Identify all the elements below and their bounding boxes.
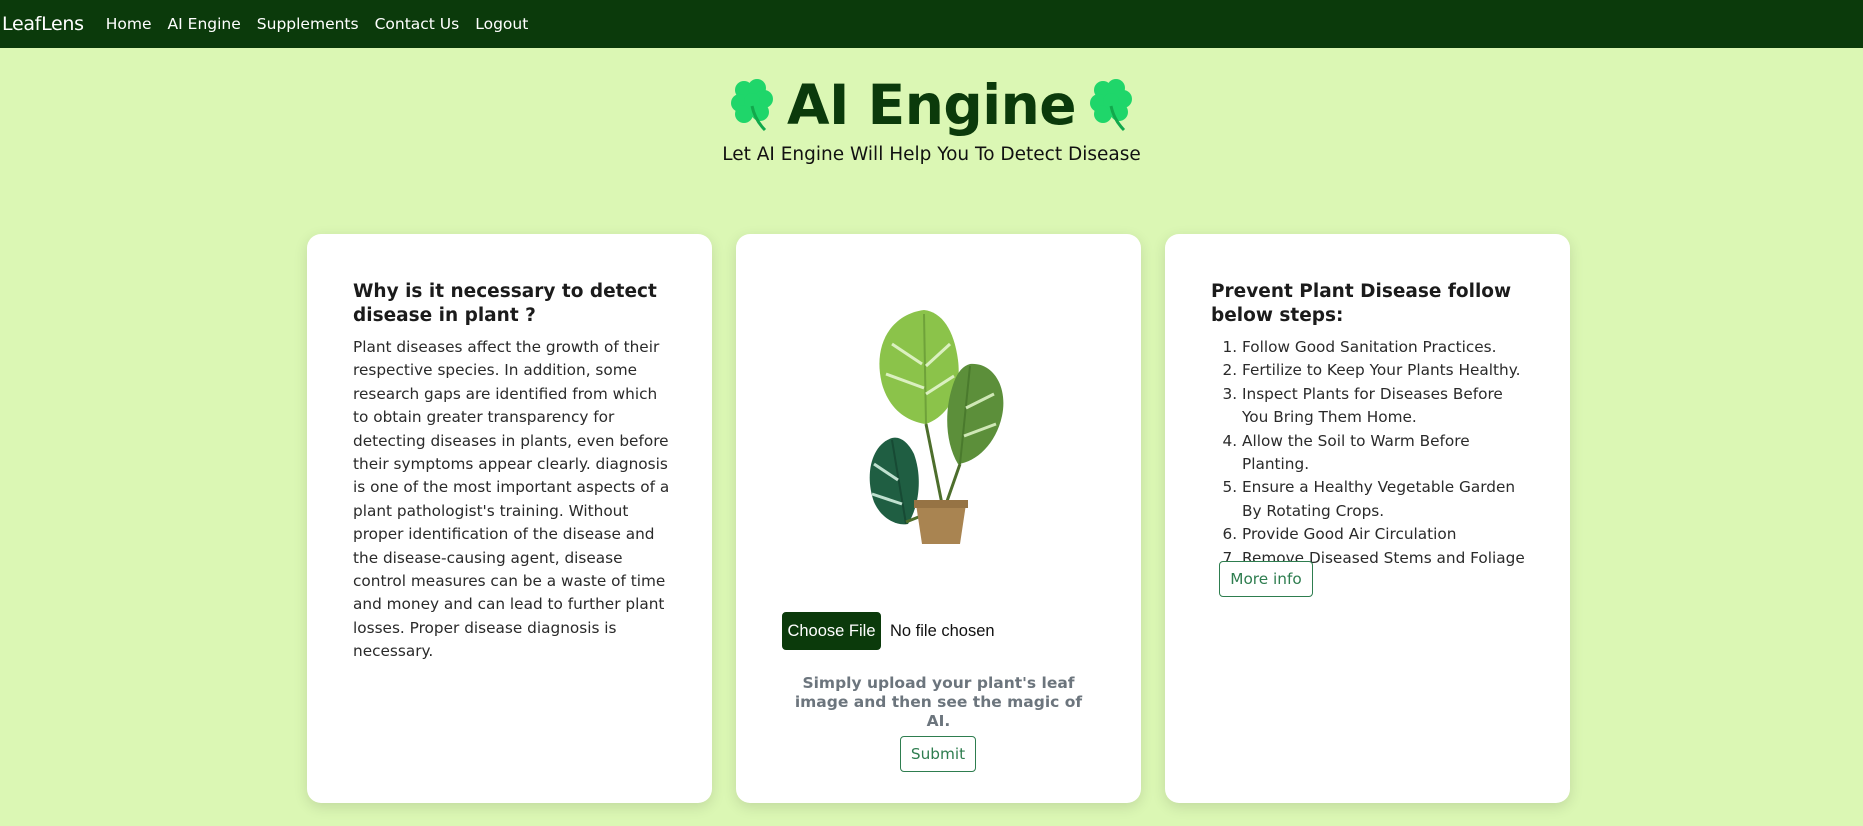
four-leaf-clover-icon [1090, 79, 1133, 132]
nav-link-contact-us[interactable]: Contact Us [375, 15, 460, 33]
upload-card: Choose File No file chosen Simply upload… [736, 234, 1141, 803]
submit-button[interactable]: Submit [900, 736, 976, 772]
plant-illustration [869, 310, 1004, 544]
top-navbar: LeafLens Home AI Engine Supplements Cont… [0, 0, 1863, 48]
list-item: Ensure a Healthy Vegetable Garden By Rot… [1242, 476, 1531, 523]
list-item: Fertilize to Keep Your Plants Healthy. [1242, 359, 1531, 382]
choose-file-button[interactable]: Choose File [782, 612, 881, 650]
list-item: Inspect Plants for Diseases Before You B… [1242, 383, 1531, 430]
file-status-text: No file chosen [890, 621, 995, 640]
nav-link-home[interactable]: Home [106, 15, 152, 33]
info-card-text: Plant diseases affect the growth of thei… [353, 338, 670, 661]
page-header: AI Engine Let AI Engine Will Help You To… [0, 70, 1863, 165]
upload-hint-text: Simply upload your plant's leaf image an… [794, 674, 1083, 730]
prevention-steps-list: Follow Good Sanitation Practices. Fertil… [1211, 336, 1531, 570]
info-card: Why is it necessary to detect disease in… [307, 234, 712, 803]
page-subtitle: Let AI Engine Will Help You To Detect Di… [722, 144, 1141, 165]
prevention-card: Prevent Plant Disease follow below steps… [1165, 234, 1570, 803]
list-item: Follow Good Sanitation Practices. [1242, 336, 1531, 359]
nav-link-ai-engine[interactable]: AI Engine [168, 15, 241, 33]
file-input[interactable]: Choose File No file chosen [782, 612, 995, 650]
prevention-card-title: Prevent Plant Disease follow below steps… [1211, 281, 1512, 326]
list-item: Provide Good Air Circulation [1242, 523, 1531, 546]
nav-link-supplements[interactable]: Supplements [257, 15, 359, 33]
nav-link-logout[interactable]: Logout [475, 15, 528, 33]
page-title: AI Engine [786, 73, 1077, 137]
four-leaf-clover-icon [730, 79, 773, 132]
brand-logo[interactable]: LeafLens [2, 13, 84, 35]
more-info-button[interactable]: More info [1219, 561, 1313, 597]
list-item: Allow the Soil to Warm Before Planting. [1242, 430, 1531, 477]
info-card-title: Why is it necessary to detect disease in… [353, 281, 657, 326]
page-title-row: AI Engine [717, 70, 1146, 140]
